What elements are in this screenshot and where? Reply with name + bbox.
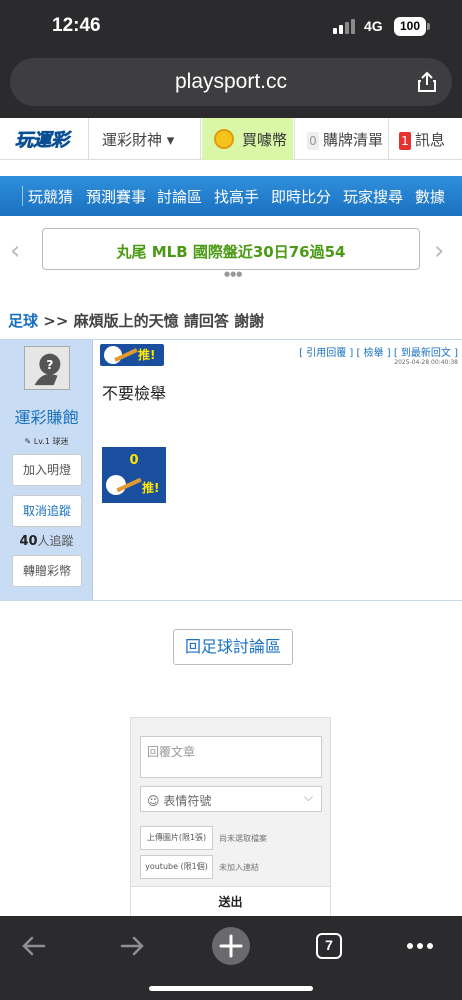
unfollow-button[interactable]: 取消追蹤 <box>12 495 82 527</box>
post-timestamp: 2025-04-28 00:40:38 <box>394 359 458 366</box>
status-bar: 12:46 4G 100 <box>0 0 462 54</box>
follower-count: 40人追蹤 <box>0 532 93 549</box>
coin-icon <box>214 129 234 149</box>
breadcrumb-separator: >> <box>43 312 69 330</box>
emoji-label: ☺ 表情符號 <box>147 794 212 808</box>
vote-count: 0 <box>129 453 139 468</box>
site-logo[interactable]: 玩運彩 <box>6 126 78 152</box>
upload-status: 尚未選取檔案 <box>219 834 267 843</box>
emoji-select[interactable]: ☺ 表情符號 ⌵ <box>140 786 322 812</box>
url-text[interactable]: playsport.cc <box>10 70 452 94</box>
user-panel: ? 運彩賺飽 ✎ Lv.1 球迷 加入明燈 取消追蹤 40人追蹤 轉贈彩幣 <box>0 340 93 601</box>
back-arrow-icon[interactable] <box>14 926 54 966</box>
banner-pager-dots: ●●● <box>224 270 243 278</box>
messages-label: 訊息 <box>415 131 446 149</box>
upload-image-button[interactable]: 上傳圖片(限1張) <box>140 826 213 850</box>
messages-button[interactable]: 1 訊息 <box>399 129 445 150</box>
home-indicator[interactable] <box>149 986 313 991</box>
status-time: 12:46 <box>52 15 101 36</box>
gift-coins-button[interactable]: 轉贈彩幣 <box>12 555 82 587</box>
tab-player-search[interactable]: 玩家搜尋 <box>343 186 403 207</box>
back-to-forum-button[interactable]: 回足球討論區 <box>173 629 293 665</box>
user-level: ✎ Lv.1 球迷 <box>24 437 69 446</box>
forum-post: ? 運彩賺飽 ✎ Lv.1 球迷 加入明燈 取消追蹤 40人追蹤 轉贈彩幣 推!… <box>0 339 462 601</box>
forward-arrow-icon[interactable] <box>112 926 152 966</box>
nav-divider <box>294 118 295 160</box>
avatar[interactable]: ? <box>24 346 70 390</box>
tabs-button[interactable]: 7 <box>309 926 349 966</box>
follower-label: 人追蹤 <box>37 534 74 548</box>
svg-text:玩運彩: 玩運彩 <box>15 130 72 151</box>
youtube-link-button[interactable]: youtube (限1個) <box>140 855 213 879</box>
network-type: 4G <box>364 18 383 34</box>
tab-count: 7 <box>316 933 342 959</box>
send-button[interactable]: 送出 <box>131 886 330 918</box>
site-nav: 玩運彩 運彩財神 ▾ 買噱幣 0 購牌清單 1 訊息 <box>0 118 462 160</box>
banner-prev-icon[interactable]: ‹ <box>10 236 20 266</box>
menu-divider <box>22 186 23 206</box>
more-menu-icon[interactable] <box>400 926 440 966</box>
purchase-list-button[interactable]: 0 購牌清單 <box>307 129 383 150</box>
messages-count: 1 <box>399 132 411 150</box>
address-bar[interactable]: playsport.cc <box>10 58 452 106</box>
battery-icon: 100 <box>394 17 426 36</box>
page-title: 麻煩版上的天憶 請回答 謝謝 <box>73 312 265 330</box>
push-vote-button[interactable]: 0 推! <box>102 447 166 503</box>
banner-text: 丸尾 MLB 國際盤近30日76過54 <box>116 243 346 261</box>
nav-divider <box>88 118 89 160</box>
post-action-links[interactable]: [ 引用回覆 ] [ 檢舉 ] [ 到最新回文 ] <box>299 344 458 359</box>
new-tab-plus-icon[interactable] <box>211 926 251 966</box>
follower-number: 40 <box>19 534 38 549</box>
tab-livescore[interactable]: 即時比分 <box>271 186 331 207</box>
breadcrumb: 足球 >> 麻煩版上的天憶 請回答 謝謝 <box>8 310 264 331</box>
browser-toolbar: playsport.cc <box>0 54 462 118</box>
share-icon[interactable] <box>416 71 438 93</box>
tab-predict[interactable]: 預測賽事 <box>86 186 146 207</box>
tab-data[interactable]: 數據 <box>415 186 445 207</box>
tab-forum[interactable]: 討論區 <box>157 186 202 207</box>
post-body: 不要檢舉 <box>102 384 167 403</box>
banner-next-icon[interactable]: › <box>434 236 444 266</box>
push-label: 推! <box>138 348 156 362</box>
nav-divider <box>200 118 201 160</box>
push-badge[interactable]: 推! <box>100 344 164 366</box>
purchase-list-label: 購牌清單 <box>323 131 384 149</box>
main-menu: 玩競猜 預測賽事 討論區 找高手 即時比分 玩家搜尋 數據 <box>0 176 462 216</box>
push-label: 推! <box>142 481 160 495</box>
buy-coins-button[interactable]: 買噱幣 <box>202 118 293 160</box>
signal-icon <box>333 18 357 34</box>
nav-divider <box>388 118 389 160</box>
promo-banner[interactable]: 丸尾 MLB 國際盤近30日76過54 <box>42 228 420 270</box>
tab-guess[interactable]: 玩競猜 <box>28 186 73 207</box>
svg-text:?: ? <box>46 357 53 372</box>
post-content: 推! [ 引用回覆 ] [ 檢舉 ] [ 到最新回文 ] 2025-04-28 … <box>94 340 462 601</box>
purchase-list-count: 0 <box>307 132 319 150</box>
user-name[interactable]: 運彩賺飽 <box>0 404 93 428</box>
add-light-button[interactable]: 加入明燈 <box>12 454 82 486</box>
tab-experts[interactable]: 找高手 <box>214 186 259 207</box>
chevron-down-icon: ⌵ <box>303 790 313 804</box>
buy-coins-label: 買噱幣 <box>242 131 288 149</box>
reply-textarea[interactable]: 回覆文章 <box>140 736 322 778</box>
battery-tip <box>427 23 430 30</box>
youtube-status: 未加入連結 <box>219 863 259 872</box>
breadcrumb-category[interactable]: 足球 <box>8 312 38 330</box>
nav-god-dropdown[interactable]: 運彩財神 ▾ <box>102 129 174 150</box>
reply-form: 回覆文章 ☺ 表情符號 ⌵ 上傳圖片(限1張) 尚未選取檔案 youtube (… <box>130 717 331 918</box>
